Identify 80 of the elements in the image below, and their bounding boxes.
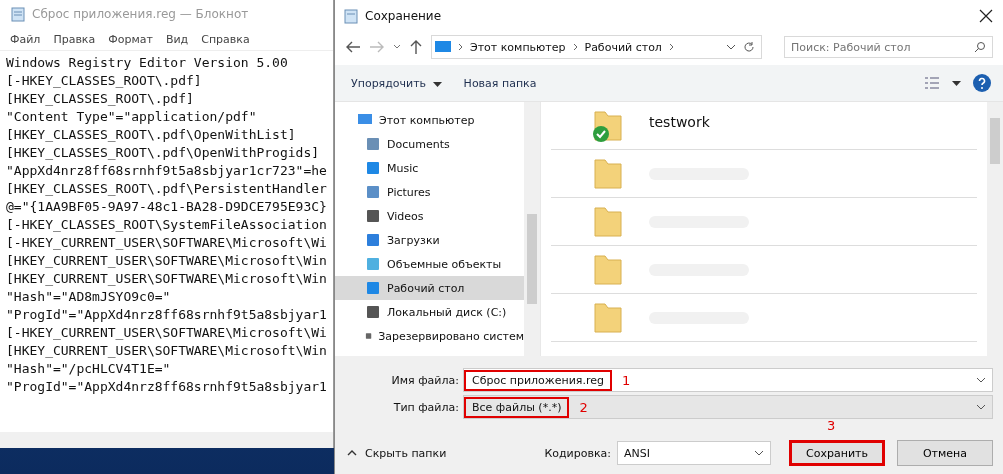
- menu-item[interactable]: Формат: [108, 32, 153, 46]
- search-field[interactable]: Поиск: Рабочий стол: [784, 36, 993, 58]
- nav-scrollbar[interactable]: [524, 102, 540, 356]
- organize-menu[interactable]: Упорядочить: [351, 76, 442, 90]
- annotation-number: 2: [579, 399, 588, 415]
- filename-label: Имя файла:: [390, 373, 459, 387]
- chevron-right-icon[interactable]: [668, 43, 674, 51]
- chevron-down-icon[interactable]: [976, 377, 986, 383]
- new-folder-button[interactable]: Новая папка: [463, 76, 537, 90]
- annotation-number: 3: [827, 418, 836, 433]
- close-icon[interactable]: [979, 9, 993, 23]
- breadcrumb-item[interactable]: Этот компьютер: [470, 40, 566, 54]
- text-line: [HKEY_CLASSES_ROOT\.pdf]: [6, 90, 195, 108]
- chevron-right-icon[interactable]: [572, 43, 578, 51]
- text-line: [HKEY_CURRENT_USER\SOFTWARE\Microsoft\Win: [6, 252, 328, 270]
- nav-item[interactable]: Локальный диск (C:): [335, 300, 524, 324]
- breadcrumb-item[interactable]: Рабочий стол: [584, 40, 662, 54]
- dialog-button[interactable]: Отмена: [897, 440, 993, 466]
- monitor-icon: [435, 41, 451, 53]
- nav-item[interactable]: Зарезервировано систем: [335, 324, 524, 348]
- notepad-icon: [10, 6, 26, 22]
- text-line: [HKEY_CLASSES_ROOT\.pdf\OpenWithProgids]: [6, 144, 321, 162]
- dropdown-caret-icon: [432, 81, 442, 87]
- notepad-icon: [343, 8, 359, 24]
- menu-item[interactable]: Правка: [53, 32, 96, 46]
- chevron-right-icon[interactable]: [458, 43, 463, 51]
- file-scrollbar[interactable]: [987, 102, 1003, 356]
- nav-item[interactable]: Documents: [335, 132, 524, 156]
- dialog-title: Сохранение: [365, 9, 443, 23]
- text-line: [HKEY_CLASSES_ROOT\.pdf\PersistentHandler: [6, 180, 328, 198]
- text-line: [-HKEY_CLASSES_ROOT\SystemFileAssociation: [6, 216, 328, 234]
- text-line: "AppXd4nrz8ff68srnhf9t5a8sbjyar1cr723"=he: [6, 162, 328, 180]
- text-line: "ProgId"="AppXd4nrz8ff68srnhf9t5a8sbjyar1: [6, 378, 328, 396]
- chevron-down-icon[interactable]: [976, 404, 986, 410]
- dropdown-caret-icon[interactable]: [952, 80, 961, 86]
- horizontal-scrollbar[interactable]: [0, 432, 333, 448]
- window-title: Сброс приложения.reg — Блокнот: [32, 7, 249, 21]
- folder-row[interactable]: testwork: [551, 102, 977, 150]
- text-line: "Hash"="AD8mJSYO9c0=": [6, 288, 172, 306]
- chevron-down-icon[interactable]: [726, 44, 736, 50]
- nav-item[interactable]: Music: [335, 156, 524, 180]
- back-arrow-icon[interactable]: [345, 40, 361, 54]
- dialog-button[interactable]: Сохранить: [789, 440, 885, 466]
- up-arrow-icon[interactable]: [409, 39, 423, 55]
- nav-item[interactable]: Рабочий стол: [335, 276, 524, 300]
- help-icon[interactable]: [973, 74, 991, 92]
- address-bar[interactable]: Этот компьютер Рабочий стол: [431, 35, 762, 59]
- text-line: [HKEY_CURRENT_USER\SOFTWARE\Microsoft\Win: [6, 270, 328, 288]
- menu-item[interactable]: Файл: [10, 32, 41, 46]
- text-line: @="{1AA9BF05-9A97-48c1-BA28-D9DCE795E93C}: [6, 198, 328, 216]
- filename-field[interactable]: Сброс приложения.reg 1: [463, 368, 993, 392]
- filename-value: Сброс приложения.reg: [464, 369, 612, 391]
- text-line: [-HKEY_CURRENT_USER\SOFTWARE\Microsoft\Wi: [6, 324, 328, 342]
- encoding-dropdown[interactable]: ANSI: [617, 441, 771, 465]
- text-line: [-HKEY_CURRENT_USER\SOFTWARE\Microsoft\Wi: [6, 234, 328, 252]
- text-line: "ProgId"="AppXd4nrz8ff68srnhf9t5a8sbjyar1: [6, 306, 328, 324]
- text-line: [-HKEY_CLASSES_ROOT\.pdf]: [6, 72, 203, 90]
- encoding-label: Кодировка:: [544, 446, 611, 460]
- filetype-value: Все файлы (*.*): [464, 396, 570, 418]
- text-line: "Content Type"="application/pdf": [6, 108, 258, 126]
- nav-item[interactable]: Объемные объекты: [335, 252, 524, 276]
- nav-item[interactable]: Pictures: [335, 180, 524, 204]
- menu-item[interactable]: Вид: [165, 32, 189, 46]
- search-icon: [974, 41, 986, 53]
- filetype-label: Тип файла:: [392, 400, 459, 414]
- text-line: "Hash"="/pcHLCV4T1E=": [6, 360, 172, 378]
- refresh-icon[interactable]: [743, 41, 755, 53]
- nav-item[interactable]: Загрузки: [335, 228, 524, 252]
- text-line: [HKEY_CLASSES_ROOT\.pdf\OpenWithList]: [6, 126, 297, 144]
- filetype-dropdown[interactable]: Все файлы (*.*) 2: [463, 395, 993, 419]
- chevron-down-icon: [754, 450, 764, 456]
- nav-item[interactable]: Этот компьютер: [335, 108, 524, 132]
- menu-item[interactable]: Справка: [201, 32, 250, 46]
- nav-item[interactable]: Videos: [335, 204, 524, 228]
- annotation-number: 1: [621, 372, 631, 388]
- chevron-up-icon: [347, 450, 357, 456]
- hide-folders-button[interactable]: Скрыть папки: [347, 446, 447, 460]
- folder-name: testwork: [649, 113, 710, 130]
- text-line: Windows Registry Editor Version 5.00: [6, 54, 289, 72]
- text-line: [HKEY_CURRENT_USER\SOFTWARE\Microsoft\Win: [6, 342, 328, 360]
